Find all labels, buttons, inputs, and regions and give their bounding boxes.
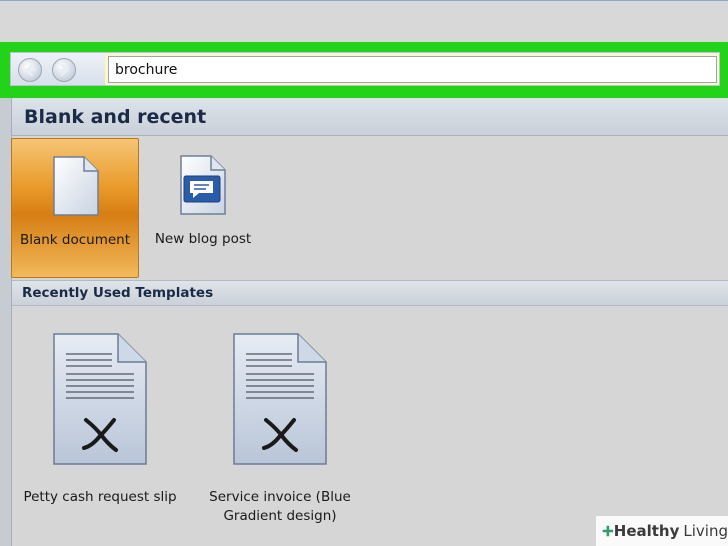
new-blog-post-tile[interactable]: New blog post	[139, 138, 267, 278]
tile-label: New blog post	[154, 231, 252, 247]
recent-templates-title: Recently Used Templates	[22, 285, 214, 301]
watermark-brand-bold: Healthy	[613, 522, 680, 540]
template-label: Petty cash request slip	[23, 489, 177, 505]
watermark: Healthy Living	[596, 516, 728, 546]
recent-templates-header: Recently Used Templates	[12, 280, 728, 306]
back-button[interactable]	[18, 58, 42, 82]
arrow-left-icon	[25, 63, 37, 77]
section-header: Blank and recent	[12, 98, 728, 136]
template-document-icon	[233, 333, 327, 465]
blank-document-tile[interactable]: Blank document	[11, 138, 139, 278]
section-title: Blank and recent	[24, 106, 207, 128]
forward-button[interactable]	[52, 58, 76, 82]
address-bar-highlight	[0, 42, 728, 98]
plus-cross-icon	[602, 525, 614, 537]
search-input[interactable]	[108, 56, 717, 83]
top-strip	[0, 0, 728, 42]
template-item-petty-cash[interactable]: Petty cash request slip	[15, 330, 185, 530]
blank-document-icon	[53, 156, 99, 216]
template-item-service-invoice[interactable]: Service invoice (Blue Gradient design)	[195, 330, 365, 530]
tile-label: Blank document	[19, 232, 131, 248]
arrow-right-icon	[57, 63, 69, 77]
address-bar	[10, 52, 720, 86]
template-document-icon	[53, 333, 147, 465]
blog-post-icon	[180, 155, 226, 215]
watermark-brand-light: Living	[683, 522, 728, 540]
template-label: Service invoice (Blue Gradient design)	[209, 489, 351, 524]
